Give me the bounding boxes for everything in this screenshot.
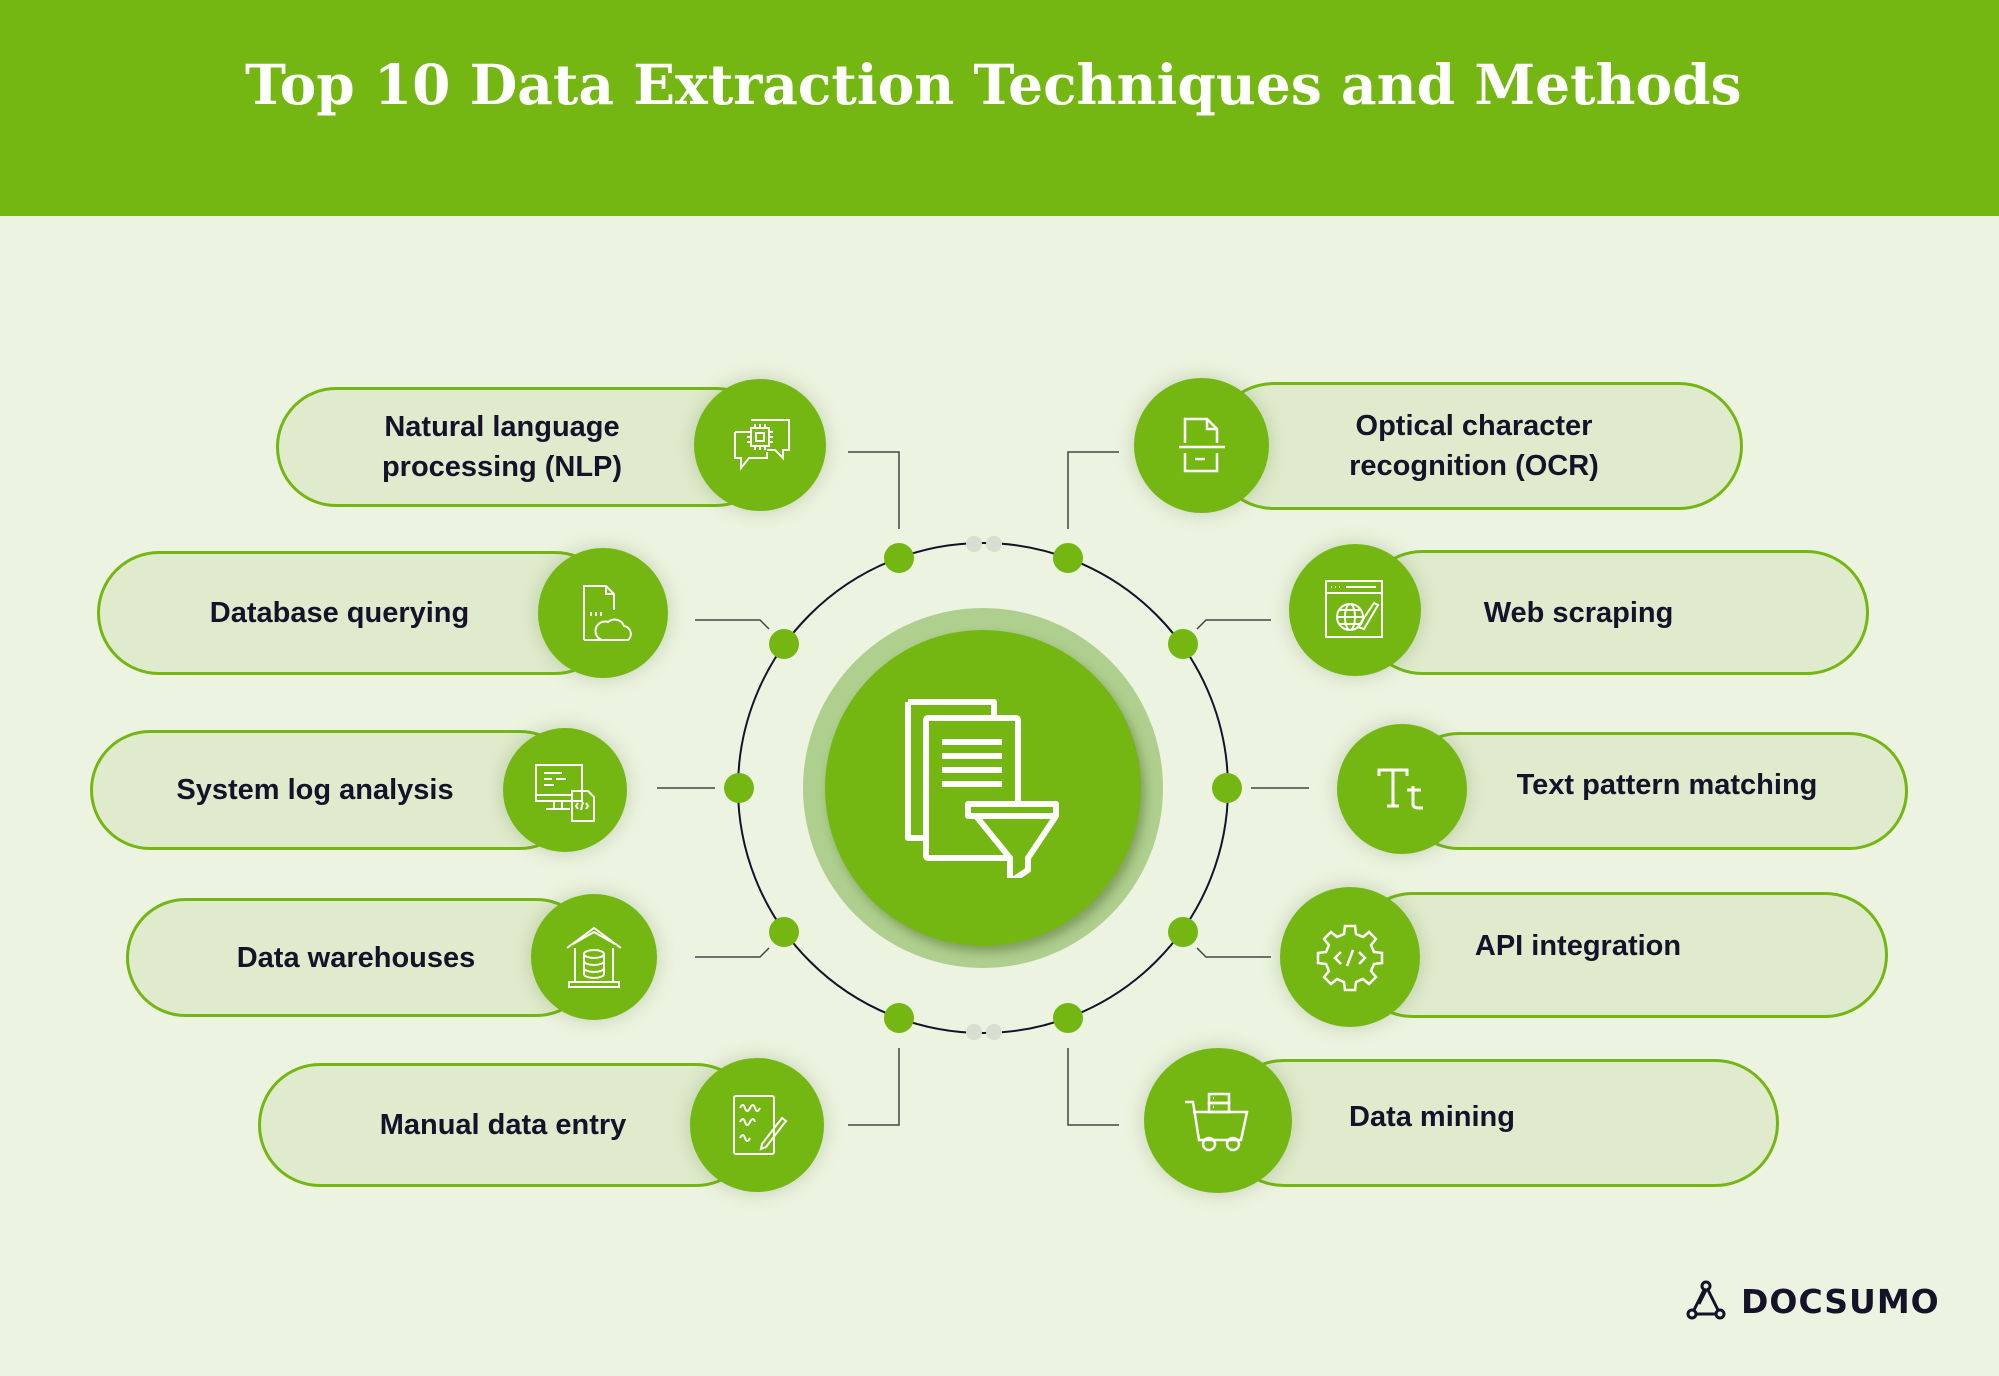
warehouse-icon-badge: [531, 894, 657, 1020]
connector-nlp: [848, 451, 900, 529]
ring-dot-manual-entry: [884, 1003, 914, 1033]
ring-marker-bottom-left: [966, 1024, 982, 1040]
connector-warehouses: [695, 947, 770, 958]
cart-server-icon: [1185, 1092, 1249, 1151]
technique-label: Text pattern matching: [1516, 769, 1818, 801]
handwritten-form-icon: [733, 1095, 788, 1155]
ring-dot-api: [1168, 917, 1198, 947]
documents-funnel-icon: [905, 699, 1059, 878]
brand-logo: DOCSUMO: [1685, 1280, 1940, 1322]
database-icon-badge: [538, 548, 668, 678]
ring-marker-top-left: [966, 536, 982, 552]
brand-name: DOCSUMO: [1741, 1281, 1940, 1321]
browser-globe-brush-icon: [1325, 580, 1383, 638]
connector-api: [1196, 947, 1271, 958]
ring-dot-web-scraping: [1168, 629, 1198, 659]
center-hub: [825, 630, 1141, 946]
connector-manual-entry: [848, 1048, 900, 1126]
web-scraping-icon-badge: [1289, 544, 1421, 676]
technique-label: API integration: [1474, 930, 1682, 962]
manual-entry-icon-badge: [690, 1058, 824, 1192]
text-pattern-icon-badge: [1337, 724, 1467, 854]
ring-dot-database: [769, 629, 799, 659]
docsumo-logo-icon: [1686, 1280, 1726, 1320]
technique-label: Web scraping: [1483, 596, 1674, 629]
ring-dot-text-pattern: [1212, 773, 1242, 803]
data-mining-icon-badge: [1144, 1048, 1292, 1193]
nlp-icon-badge: [694, 379, 826, 511]
api-icon-badge: [1280, 887, 1420, 1027]
warehouse-database-icon: [566, 926, 622, 988]
ring-dot-warehouses: [769, 917, 799, 947]
system-log-icon-badge: [503, 728, 627, 852]
document-scan-icon: [1178, 417, 1225, 472]
technique-label: Database querying: [209, 597, 470, 629]
ring-dot-nlp: [884, 543, 914, 573]
monitor-code-file-icon: [535, 764, 595, 822]
database-cloud-icon: [583, 585, 632, 641]
ring-marker-top-right: [986, 536, 1002, 552]
ring-dot-ocr: [1053, 543, 1083, 573]
connector-data-mining: [1067, 1048, 1119, 1126]
connector-ocr: [1067, 451, 1119, 529]
ring-dot-system-log: [724, 773, 754, 803]
gear-code-icon: [1316, 924, 1384, 992]
technique-label: Optical character recognition (OCR): [1349, 410, 1599, 482]
ring-dot-data-mining: [1053, 1003, 1083, 1033]
technique-label: Data mining: [1349, 1101, 1515, 1133]
chat-chip-icon: [734, 419, 790, 471]
technique-label: Natural language processing (NLP): [381, 411, 623, 483]
ocr-icon-badge: [1134, 378, 1269, 513]
technique-label: Manual data entry: [379, 1109, 627, 1141]
connector-database: [695, 619, 770, 630]
technique-label: System log analysis: [176, 774, 454, 806]
ring-marker-bottom-right: [986, 1024, 1002, 1040]
connector-web-scraping: [1196, 619, 1271, 630]
technique-label: Data warehouses: [236, 941, 476, 974]
text-type-icon: [1377, 768, 1423, 810]
